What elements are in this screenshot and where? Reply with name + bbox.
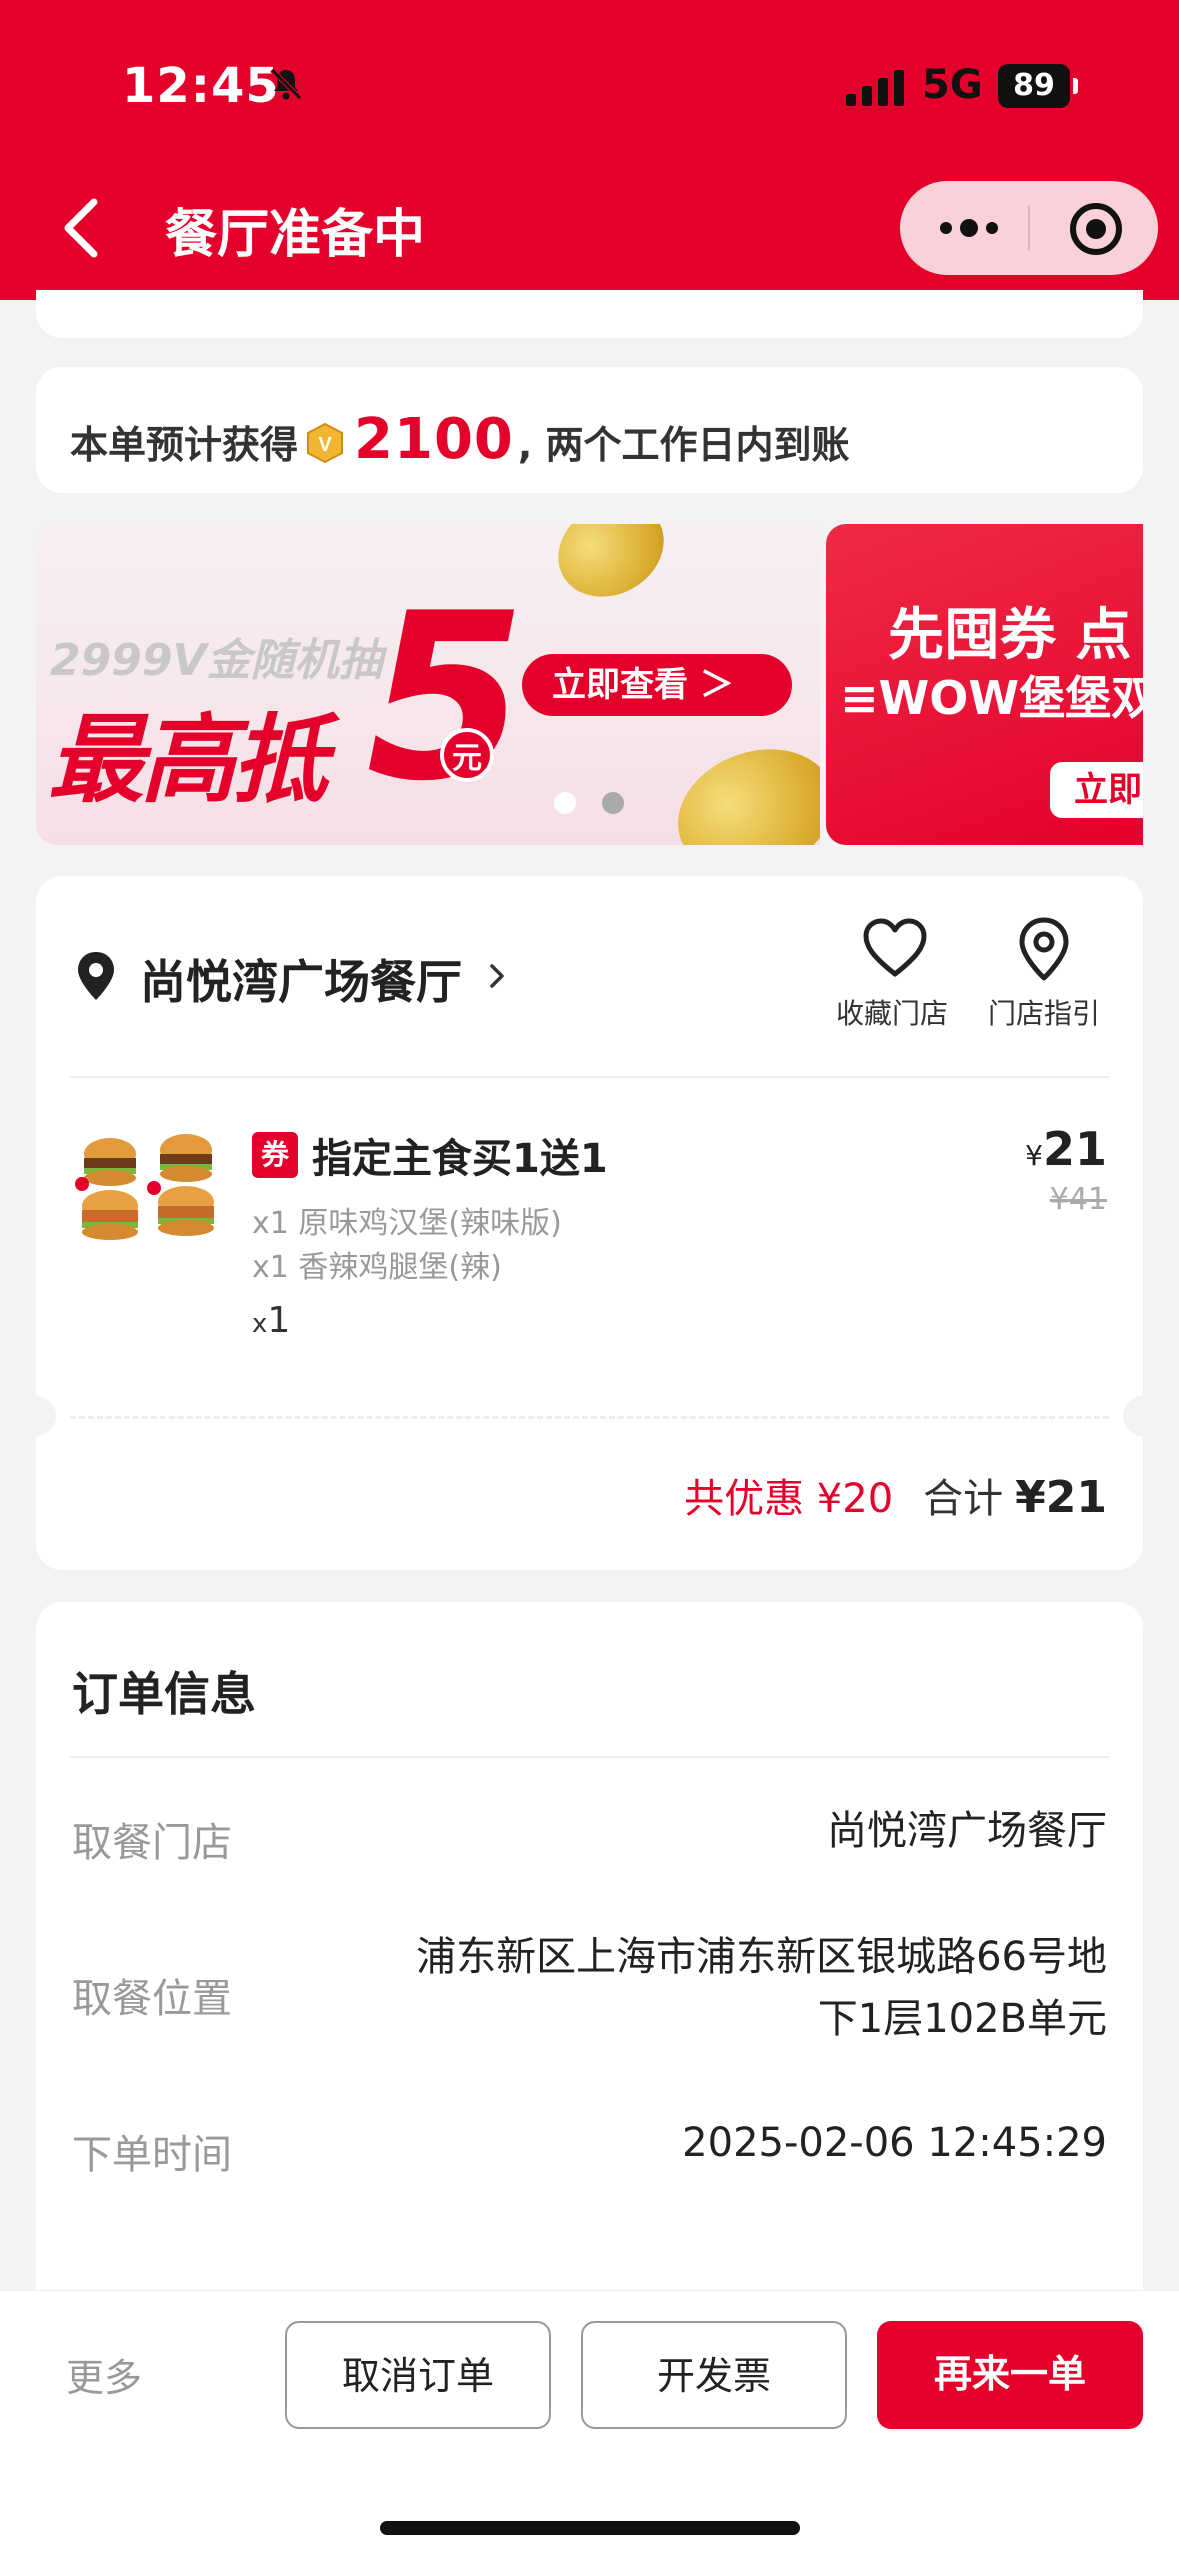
pickup-location-line2: 下1层102B单元 bbox=[817, 1996, 1107, 2042]
item-sub-line: x1 原味鸡汉堡(辣味版) bbox=[252, 1206, 562, 1241]
dashed-divider bbox=[70, 1416, 1109, 1419]
quantity-value: 1 bbox=[267, 1300, 291, 1341]
favorite-store-label[interactable]: 收藏门店 bbox=[836, 992, 948, 1032]
divider bbox=[70, 1076, 1109, 1078]
capsule-divider bbox=[1028, 205, 1030, 251]
price-value: 21 bbox=[1042, 1122, 1107, 1176]
carousel-dot-active bbox=[554, 792, 576, 814]
order-info-title: 订单信息 bbox=[72, 1667, 256, 1721]
bottom-action-bar: 更多 取消订单 开发票 再来一单 bbox=[0, 2290, 1179, 2556]
ticket-notch-left bbox=[16, 1396, 56, 1436]
gold-coin-decor bbox=[540, 524, 682, 616]
gold-coin-decor bbox=[660, 728, 820, 845]
points-card: 本单预计获得 V 2100 , 两个工作日内到账 bbox=[36, 367, 1143, 493]
banner2-button[interactable]: 立即 bbox=[1050, 762, 1143, 818]
item-sub-line: x1 香辣鸡腿堡(辣) bbox=[252, 1250, 502, 1285]
pickup-location-value: 浦东新区上海市浦东新区银城路66号地 下1层102B单元 bbox=[416, 1926, 1107, 2050]
miniprogram-capsule bbox=[900, 181, 1158, 275]
points-suffix: , 两个工作日内到账 bbox=[517, 423, 850, 467]
pickup-store-label: 取餐门店 bbox=[72, 1820, 232, 1866]
banner-yuan-badge: 元 bbox=[440, 728, 494, 782]
battery-indicator: 89 bbox=[998, 64, 1078, 108]
home-indicator bbox=[380, 2521, 800, 2535]
ticket-notch-right bbox=[1123, 1396, 1163, 1436]
reorder-button[interactable]: 再来一单 bbox=[877, 2321, 1143, 2429]
pickup-location-line1: 浦东新区上海市浦东新区银城路66号地 bbox=[416, 1934, 1107, 1980]
banner2-subtitle: ≡WOW堡堡双 bbox=[840, 671, 1143, 725]
item-price: ¥21 bbox=[1025, 1122, 1107, 1176]
store-name[interactable]: 尚悦湾广场餐厅 bbox=[140, 946, 462, 1012]
price-currency: ¥ bbox=[1025, 1139, 1043, 1172]
order-time-label: 下单时间 bbox=[72, 2132, 232, 2178]
item-quantity: x1 bbox=[252, 1300, 290, 1341]
discount-total: 共优惠 ¥20 bbox=[684, 1476, 894, 1522]
carousel-dot bbox=[602, 792, 624, 814]
signal-icon bbox=[846, 70, 904, 106]
total-label: 合计 bbox=[923, 1476, 1004, 1522]
invoice-button[interactable]: 开发票 bbox=[581, 2321, 847, 2429]
burger-product-image bbox=[75, 1134, 214, 1240]
banner-view-button[interactable]: 立即查看 ＞ bbox=[522, 654, 792, 716]
points-text: 本单预计获得 V 2100 , 两个工作日内到账 bbox=[70, 407, 850, 472]
banner-subtitle: 2999V金随机抽 bbox=[50, 635, 383, 686]
points-value: 2100 bbox=[354, 407, 514, 472]
pickup-store-value: 尚悦湾广场餐厅 bbox=[827, 1808, 1107, 1854]
previous-card-stub bbox=[36, 290, 1143, 338]
quantity-x: x bbox=[252, 1309, 268, 1339]
bell-muted-icon bbox=[270, 68, 302, 100]
item-name: 指定主食买1送1 bbox=[312, 1136, 608, 1182]
heart-icon[interactable] bbox=[862, 918, 928, 978]
banner-headline: 最高抵 bbox=[48, 704, 328, 816]
page-title: 餐厅准备中 bbox=[165, 205, 426, 265]
store-guide-label[interactable]: 门店指引 bbox=[988, 992, 1100, 1032]
cancel-order-button[interactable]: 取消订单 bbox=[285, 2321, 551, 2429]
total-amount: ¥21 bbox=[1015, 1472, 1107, 1523]
coupon-badge: 券 bbox=[252, 1132, 298, 1178]
status-time: 12:45 bbox=[122, 58, 280, 114]
v-coin-icon: V bbox=[307, 422, 344, 464]
banner-amount: 5 bbox=[366, 565, 527, 832]
divider bbox=[70, 1756, 1109, 1758]
location-pin-icon bbox=[78, 952, 114, 1000]
promo-banner[interactable]: 2999V金随机抽 最高抵 5 元 立即查看 ＞ bbox=[36, 524, 820, 845]
order-summary: 共优惠 ¥20 合计 ¥21 bbox=[684, 1466, 1107, 1524]
order-time-value: 2025-02-06 12:45:29 bbox=[682, 2120, 1107, 2166]
item-original-price: ¥41 bbox=[1049, 1182, 1107, 1217]
app-header: 12:45 5G 89 餐厅准备中 bbox=[0, 0, 1179, 300]
order-card: 尚悦湾广场餐厅 收藏门店 门店指引 券 指定主食买1送1 x1 原味鸡汉堡(辣味… bbox=[16, 876, 1163, 1570]
chevron-right-icon[interactable] bbox=[486, 962, 508, 990]
store-guide-pin-icon[interactable] bbox=[1016, 916, 1072, 982]
svg-text:V: V bbox=[318, 434, 332, 456]
more-link[interactable]: 更多 bbox=[66, 2347, 142, 2402]
points-prefix: 本单预计获得 bbox=[70, 423, 299, 467]
back-arrow-icon[interactable] bbox=[58, 196, 102, 260]
pickup-location-label: 取餐位置 bbox=[72, 1976, 232, 2022]
more-dots-icon[interactable] bbox=[936, 209, 1002, 247]
promo-banner-next[interactable]: 先囤券 点 ≡WOW堡堡双 立即 bbox=[826, 524, 1143, 845]
close-target-icon[interactable] bbox=[1068, 201, 1124, 257]
network-type: 5G bbox=[922, 62, 983, 108]
banner2-title: 先囤券 点 bbox=[888, 603, 1132, 668]
